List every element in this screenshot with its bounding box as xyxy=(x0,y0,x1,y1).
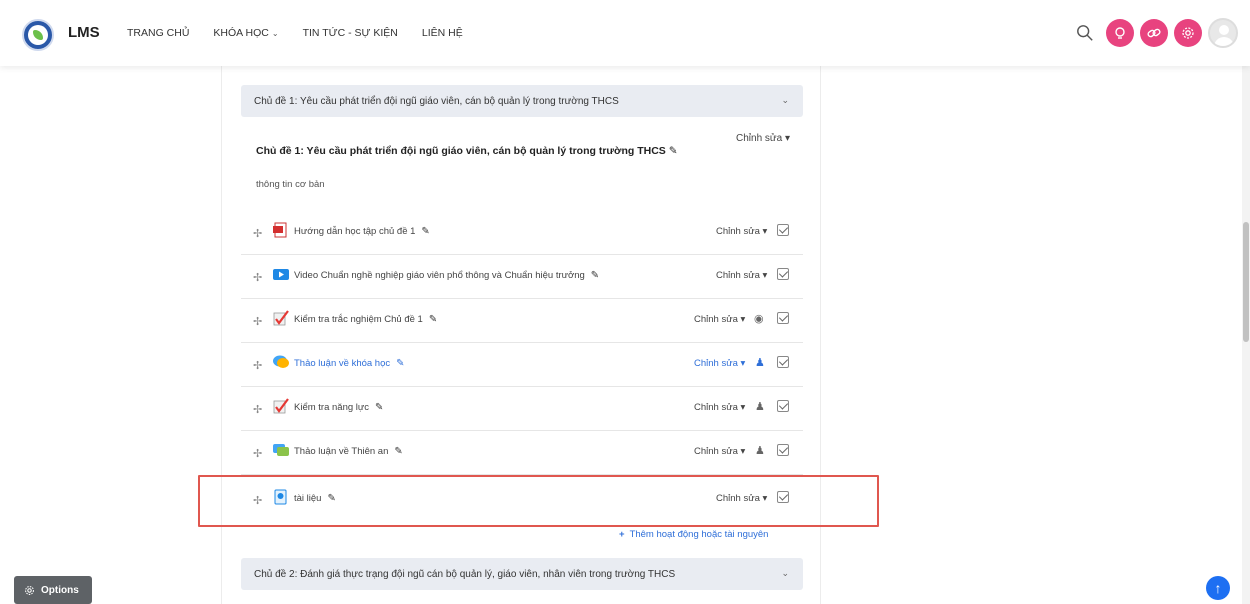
header-actions xyxy=(1076,18,1238,48)
activity-edit-label: Chỉnh sửa xyxy=(694,358,738,369)
section-title: Chủ đề 1: Yêu cầu phát triển đội ngũ giá… xyxy=(256,145,678,157)
nav-item-news[interactable]: TIN TỨC - SỰ KIỆN xyxy=(303,27,398,39)
activity-edit-label: Chỉnh sửa xyxy=(716,270,760,281)
activity-row: ✢ Video Chuẩn nghề nghiệp giáo viên phổ … xyxy=(241,255,803,299)
forum-icon xyxy=(273,355,289,368)
nav-item-courses-label: KHÓA HỌC xyxy=(213,27,269,39)
activity-row: ✢ Thảo luận về khóa học ✎ Chỉnh sửa ▾ ♟ xyxy=(241,343,803,387)
pencil-icon[interactable]: ✎ xyxy=(429,314,437,325)
activity-edit-label: Chỉnh sửa xyxy=(694,446,738,457)
pencil-icon[interactable]: ✎ xyxy=(396,358,404,369)
pencil-icon[interactable]: ✎ xyxy=(669,145,678,157)
completion-checkbox[interactable] xyxy=(777,356,789,368)
activity-name[interactable]: Hướng dẫn học tập chủ đề 1 ✎ xyxy=(294,226,430,237)
section-summary: thông tin cơ bản xyxy=(256,179,325,190)
move-icon[interactable]: ✢ xyxy=(253,315,262,328)
section-1-header-title: Chủ đề 1: Yêu cầu phát triển đội ngũ giá… xyxy=(254,95,619,107)
caret-down-icon: ▾ xyxy=(784,133,790,144)
pdf-icon xyxy=(273,222,287,238)
activity-edit-label: Chỉnh sửa xyxy=(694,402,738,413)
section-2-header[interactable]: Chủ đề 2: Đánh giá thực trạng đội ngũ cá… xyxy=(241,558,803,590)
site-logo-icon[interactable] xyxy=(22,19,54,51)
scroll-to-top-button[interactable]: ↑ xyxy=(1206,576,1230,600)
gear-icon xyxy=(25,585,34,595)
activity-name[interactable]: Video Chuẩn nghề nghiệp giáo viên phổ th… xyxy=(294,270,599,281)
move-icon[interactable]: ✢ xyxy=(253,271,262,284)
options-button[interactable]: Options xyxy=(14,576,92,604)
video-icon xyxy=(273,269,289,280)
settings-icon[interactable] xyxy=(1174,19,1202,47)
groups-icon[interactable]: ◉ xyxy=(754,312,764,325)
chat-icon xyxy=(273,444,289,456)
completion-checkbox[interactable] xyxy=(777,400,789,412)
activity-name-text: Hướng dẫn học tập chủ đề 1 xyxy=(294,226,416,237)
user-icon[interactable]: ♟ xyxy=(755,356,765,369)
user-icon[interactable]: ♟ xyxy=(755,444,765,457)
move-icon[interactable]: ✢ xyxy=(253,447,262,460)
completion-checkbox[interactable] xyxy=(777,444,789,456)
activity-name-text: Thảo luận về Thiên an xyxy=(294,446,389,457)
activity-edit-label: Chỉnh sửa xyxy=(694,314,738,325)
activity-edit-menu[interactable]: Chỉnh sửa ▾ xyxy=(694,402,745,413)
add-activity-link[interactable]: + Thêm hoạt động hoặc tài nguyên xyxy=(619,529,768,540)
lightbulb-icon[interactable] xyxy=(1106,19,1134,47)
activity-name-text: Kiểm tra năng lực xyxy=(294,402,370,413)
activity-row: ✢ Thảo luận về Thiên an ✎ Chỉnh sửa ▾ ♟ xyxy=(241,431,803,475)
section-2-header-title: Chủ đề 2: Đánh giá thực trạng đội ngũ cá… xyxy=(254,568,676,580)
scrollbar-thumb[interactable] xyxy=(1243,222,1249,342)
user-avatar-icon[interactable] xyxy=(1208,18,1238,48)
activity-edit-label: Chỉnh sửa xyxy=(716,226,760,237)
section-1-header[interactable]: Chủ đề 1: Yêu cầu phát triển đội ngũ giá… xyxy=(241,85,803,117)
quiz-icon xyxy=(273,398,289,414)
highlight-box xyxy=(198,475,879,527)
activity-row: ✢ Hướng dẫn học tập chủ đề 1 ✎ Chỉnh sửa … xyxy=(241,211,803,255)
activity-name[interactable]: Thảo luận về khóa học ✎ xyxy=(294,358,405,369)
quiz-icon xyxy=(273,310,289,326)
activity-name[interactable]: Kiểm tra năng lực ✎ xyxy=(294,402,383,413)
activity-edit-menu[interactable]: Chỉnh sửa ▾ xyxy=(694,446,745,457)
section-title-text: Chủ đề 1: Yêu cầu phát triển đội ngũ giá… xyxy=(256,145,666,157)
pencil-icon[interactable]: ✎ xyxy=(394,446,402,457)
nav-item-home[interactable]: TRANG CHỦ xyxy=(127,27,189,39)
activity-name-text: Thảo luận về khóa học xyxy=(294,358,391,369)
section-edit-label: Chỉnh sửa xyxy=(736,133,783,144)
activity-edit-menu[interactable]: Chỉnh sửa ▾ xyxy=(694,358,745,369)
activity-row: ✢ Kiểm tra năng lực ✎ Chỉnh sửa ▾ ♟ xyxy=(241,387,803,431)
move-icon[interactable]: ✢ xyxy=(253,403,262,416)
nav-item-courses[interactable]: KHÓA HỌC ⌄ xyxy=(213,27,278,39)
pencil-icon[interactable]: ✎ xyxy=(421,226,429,237)
pencil-icon[interactable]: ✎ xyxy=(375,402,383,413)
activity-name-text: Video Chuẩn nghề nghiệp giáo viên phổ th… xyxy=(294,270,585,281)
arrow-up-icon: ↑ xyxy=(1214,580,1222,596)
completion-checkbox[interactable] xyxy=(777,224,789,236)
chevron-down-icon[interactable]: ⌄ xyxy=(781,95,789,106)
pencil-icon[interactable]: ✎ xyxy=(591,270,599,281)
activity-row: ✢ Kiểm tra trắc nghiệm Chủ đề 1 ✎ Chỉnh s… xyxy=(241,299,803,343)
chevron-down-icon: ⌄ xyxy=(271,29,279,38)
chevron-down-icon[interactable]: ⌄ xyxy=(781,568,789,579)
link-icon[interactable] xyxy=(1140,19,1168,47)
activity-name-text: Kiểm tra trắc nghiệm Chủ đề 1 xyxy=(294,314,423,325)
main-nav: TRANG CHỦ KHÓA HỌC ⌄ TIN TỨC - SỰ KIỆN LI… xyxy=(127,27,463,39)
activity-edit-menu[interactable]: Chỉnh sửa ▾ xyxy=(694,314,745,325)
add-activity-label: Thêm hoạt động hoặc tài nguyên xyxy=(629,529,769,540)
search-icon[interactable] xyxy=(1076,24,1094,42)
activity-edit-menu[interactable]: Chỉnh sửa ▾ xyxy=(716,270,767,281)
activity-edit-menu[interactable]: Chỉnh sửa ▾ xyxy=(716,226,767,237)
nav-item-contact[interactable]: LIÊN HỆ xyxy=(422,27,463,39)
activity-name[interactable]: Thảo luận về Thiên an ✎ xyxy=(294,446,403,457)
brand-name[interactable]: LMS xyxy=(68,24,100,41)
options-label: Options xyxy=(41,584,79,596)
page-scrollbar[interactable] xyxy=(1242,0,1250,604)
top-navbar: LMS TRANG CHỦ KHÓA HỌC ⌄ TIN TỨC - SỰ KIỆ… xyxy=(0,0,1250,66)
user-icon[interactable]: ♟ xyxy=(755,400,765,413)
activity-name[interactable]: Kiểm tra trắc nghiệm Chủ đề 1 ✎ xyxy=(294,314,437,325)
completion-checkbox[interactable] xyxy=(777,312,789,324)
completion-checkbox[interactable] xyxy=(777,268,789,280)
move-icon[interactable]: ✢ xyxy=(253,227,262,240)
move-icon[interactable]: ✢ xyxy=(253,359,262,372)
plus-icon: + xyxy=(619,529,625,540)
section-edit-menu[interactable]: Chỉnh sửa ▾ xyxy=(736,133,790,144)
